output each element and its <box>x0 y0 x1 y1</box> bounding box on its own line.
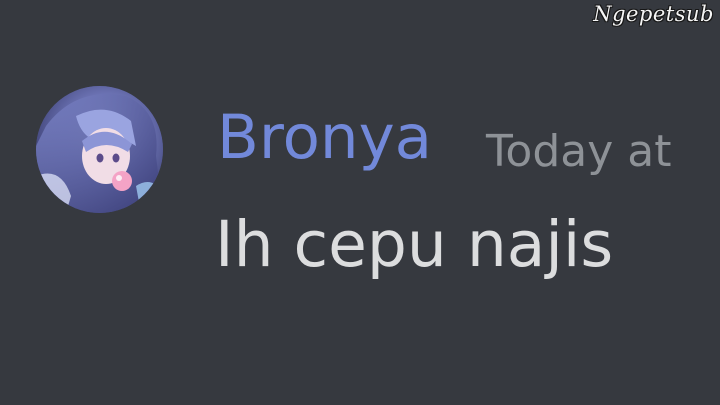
watermark-text: Ngepetsub <box>593 2 714 26</box>
message-content: Ih cepu najis <box>215 208 614 281</box>
message-timestamp: Today at <box>486 126 672 177</box>
user-avatar-icon[interactable] <box>36 86 163 213</box>
message-author-name[interactable]: Bronya <box>217 100 432 176</box>
